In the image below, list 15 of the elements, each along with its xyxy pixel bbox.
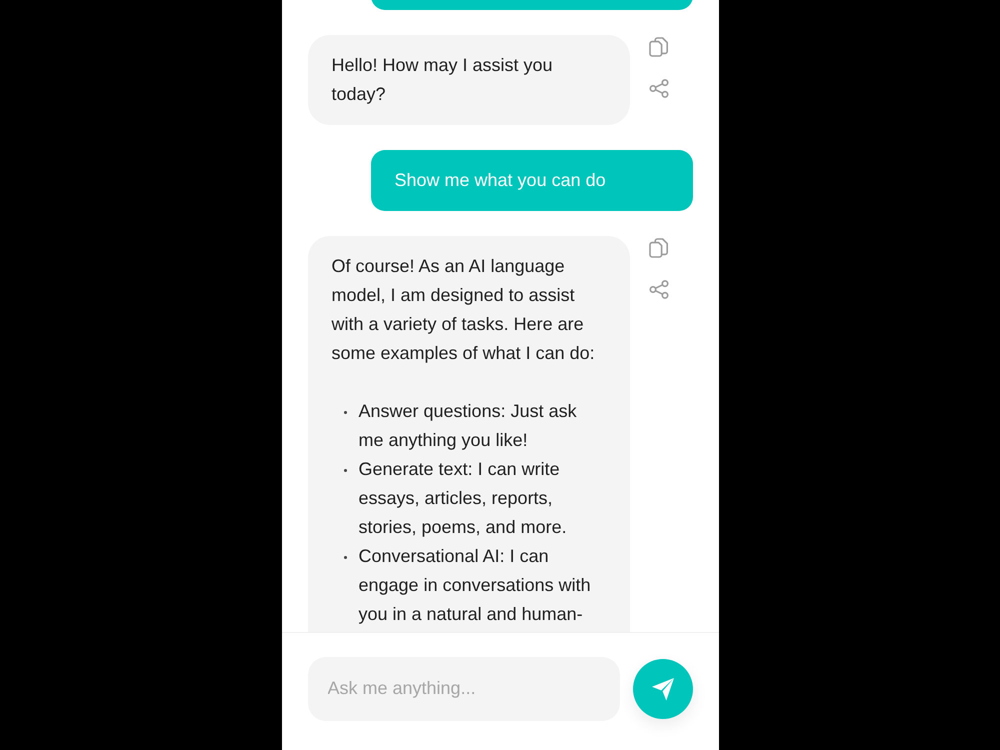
list-item-text: Generate text: I can write essays, articles, reports, stories, poems, and more. [358, 458, 568, 539]
message-text: Hello! How may I assist you today? [332, 54, 554, 106]
copy-icon[interactable] [648, 238, 668, 258]
message-input[interactable]: Ask me anything... [308, 656, 620, 720]
copy-icon[interactable] [648, 37, 668, 57]
share-icon[interactable] [648, 280, 668, 299]
bullet-icon [344, 556, 346, 559]
bullet-icon [344, 469, 346, 472]
message-text: Show me what you can do [394, 169, 607, 192]
list-item-text: Conversational AI: I can engage in conversations with you in a natural and human- [358, 545, 592, 626]
message-text: Of course! As an AI language model, I am designed to assist with a variety of tasks. Here are some examples of what I can do: [332, 255, 596, 365]
list-item-text: Answer questions: Just ask me anything you like! [358, 400, 578, 452]
send-icon [650, 676, 674, 700]
bullet-icon [344, 411, 346, 414]
share-icon[interactable] [648, 79, 668, 98]
